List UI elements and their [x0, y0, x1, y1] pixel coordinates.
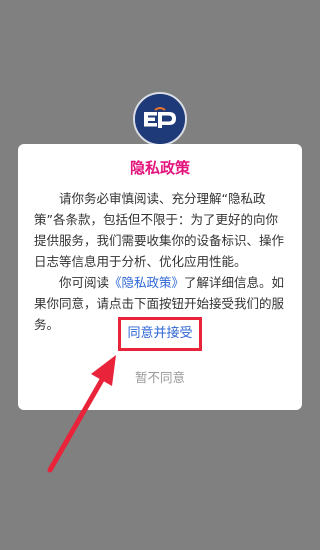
- dialog-body: 请你务必审慎阅读、充分理解“隐私政策”各条款，包括但不限于：为了更好的向你提供服…: [34, 188, 286, 335]
- agree-button[interactable]: 同意并接受: [121, 320, 199, 348]
- ep-logo-icon: [135, 94, 185, 144]
- paragraph-2-prefix: 你可阅读: [59, 275, 110, 290]
- privacy-policy-link[interactable]: 《隐私政策》: [109, 275, 184, 290]
- dialog-paragraph-1: 请你务必审慎阅读、充分理解“隐私政策”各条款，包括但不限于：为了更好的向你提供服…: [34, 191, 285, 269]
- privacy-dialog: 隐私政策 请你务必审慎阅读、充分理解“隐私政策”各条款，包括但不限于：为了更好的…: [18, 144, 302, 410]
- app-logo: [133, 92, 187, 146]
- dialog-title: 隐私政策: [129, 159, 190, 177]
- screen: 隐私政策 请你务必审慎阅读、充分理解“隐私政策”各条款，包括但不限于：为了更好的…: [0, 0, 320, 550]
- disagree-button[interactable]: 暂不同意: [118, 364, 202, 392]
